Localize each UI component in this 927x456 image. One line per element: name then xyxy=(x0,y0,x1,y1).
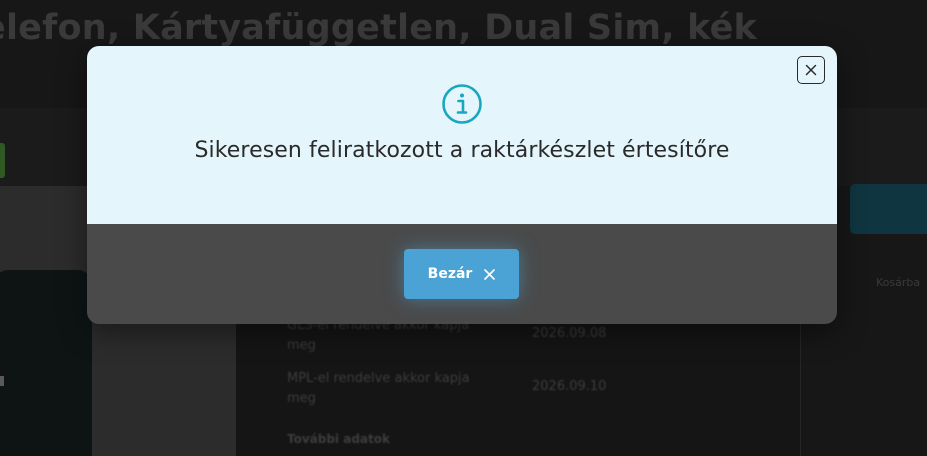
delivery-row-value: 2026.09.08 xyxy=(532,326,607,341)
close-icon xyxy=(484,268,496,280)
modal-message: Sikeresen feliratkozott a raktárkészlet … xyxy=(194,138,730,163)
stock-badge xyxy=(0,143,5,178)
info-circle-icon xyxy=(442,84,482,124)
delivery-row-value: 2026.09.10 xyxy=(532,379,607,394)
modal-close-button[interactable] xyxy=(797,56,825,84)
close-dialog-button[interactable]: Bezár xyxy=(404,249,519,299)
gallery-indicator xyxy=(0,376,4,386)
product-image xyxy=(0,270,92,456)
add-to-cart-button[interactable] xyxy=(850,184,927,234)
product-title: elefon, Kártyafüggetlen, Dual Sim, kék xyxy=(0,8,758,48)
more-details-link[interactable]: További adatok xyxy=(287,432,390,446)
modal-content: Sikeresen feliratkozott a raktárkészlet … xyxy=(87,46,837,224)
close-icon xyxy=(805,64,817,76)
purchase-label: Kosárba xyxy=(876,276,921,289)
close-button-label: Bezár xyxy=(427,266,473,282)
delivery-row-label: MPL-el rendelve akkor kapja meg xyxy=(287,371,470,406)
notification-modal: Sikeresen feliratkozott a raktárkészlet … xyxy=(87,46,837,324)
